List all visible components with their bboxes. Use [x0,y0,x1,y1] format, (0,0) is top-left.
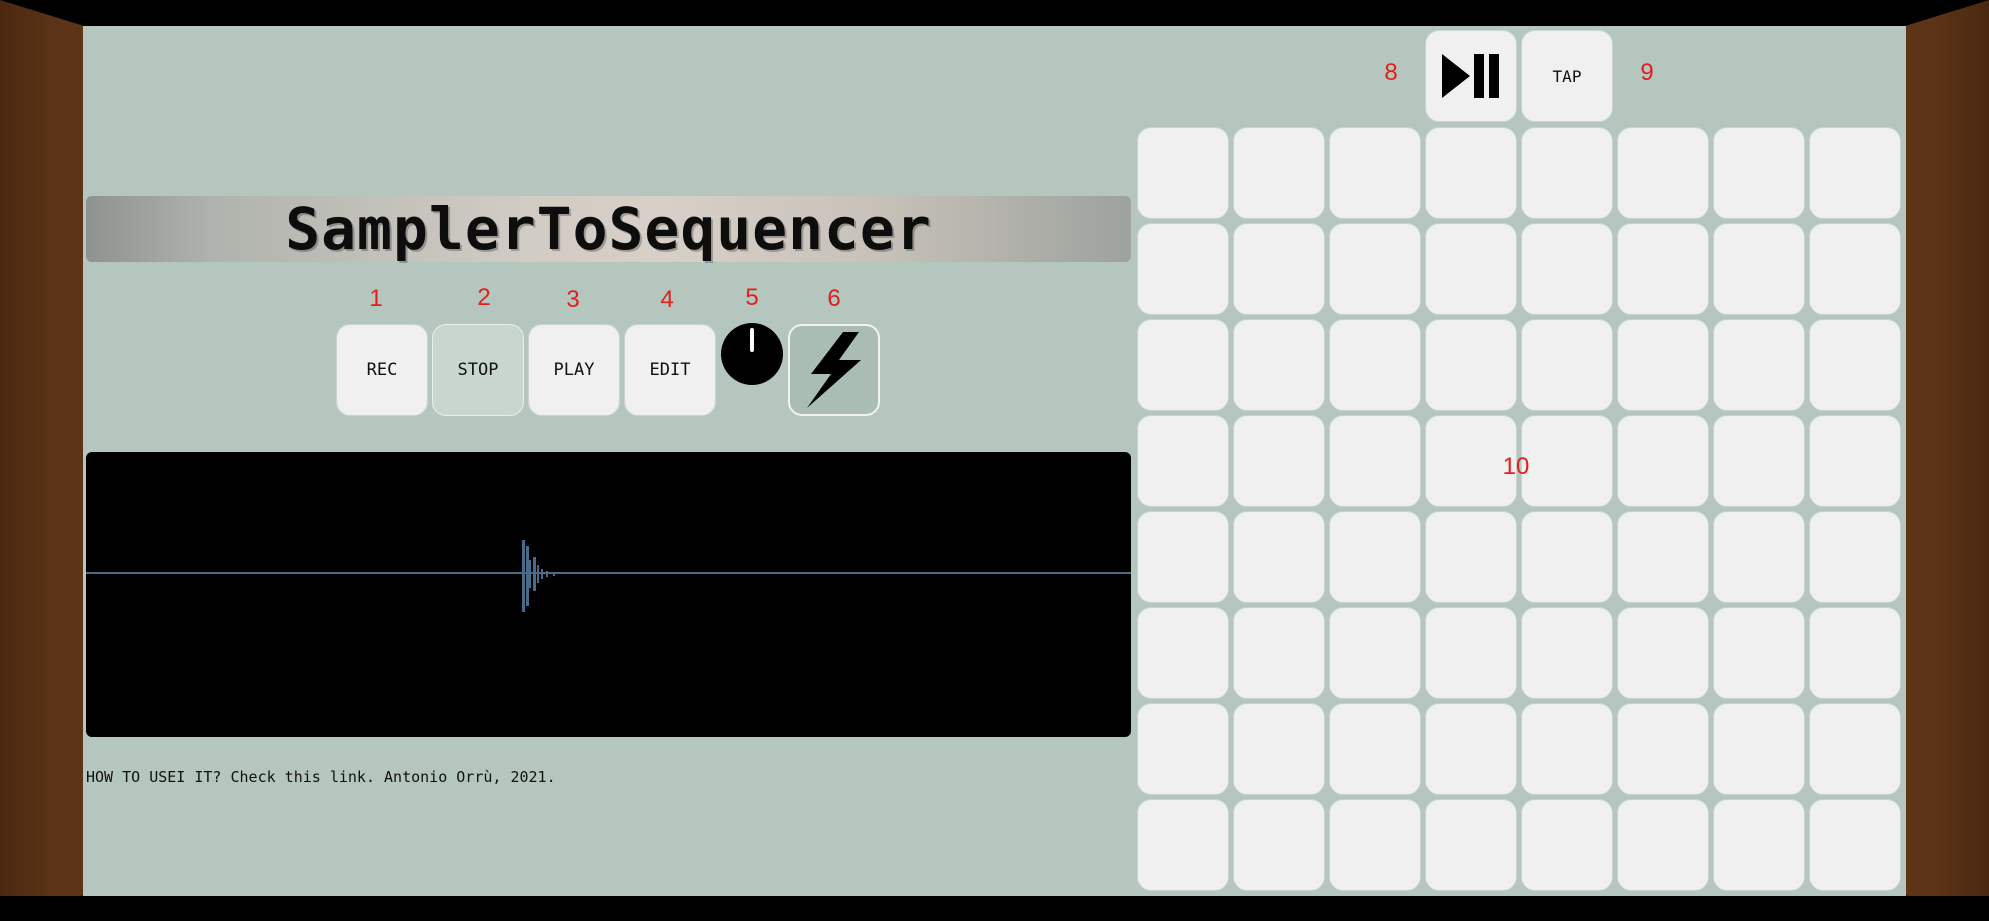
sequencer-pad[interactable] [1137,127,1229,219]
sequencer-pad[interactable] [1329,799,1421,891]
sequencer-pad[interactable] [1617,511,1709,603]
sequencer-pad[interactable] [1617,607,1709,699]
sequencer-pad[interactable] [1329,127,1421,219]
sequencer-pad[interactable] [1713,319,1805,411]
sequencer-pad[interactable] [1617,127,1709,219]
fx-button[interactable] [788,324,880,416]
sequencer-pad[interactable] [1713,223,1805,315]
sequencer-pad[interactable] [1617,415,1709,507]
sequencer-pad[interactable] [1809,703,1901,795]
sequencer-pad[interactable] [1713,703,1805,795]
edit-button[interactable]: EDIT [624,324,716,416]
play-button[interactable]: PLAY [528,324,620,416]
title-bar: SamplerToSequencer [86,195,1131,263]
callout-5: 5 [745,284,759,311]
sequencer-pad[interactable] [1329,607,1421,699]
sequencer-pad[interactable] [1425,511,1517,603]
stop-button[interactable]: STOP [432,324,524,416]
frame-bevel [1905,0,1989,921]
sequencer-pad[interactable] [1329,511,1421,603]
callout-9: 9 [1640,59,1654,86]
sequencer-pad[interactable] [1617,223,1709,315]
frame-top [0,0,1989,26]
sequencer-pad[interactable] [1425,319,1517,411]
sequencer-pad[interactable] [1521,319,1613,411]
sequencer-pad[interactable] [1521,607,1613,699]
callout-6: 6 [827,285,841,312]
main-panel: SamplerToSequencer 1 2 3 4 5 6 7 8 9 10 … [83,26,1906,896]
sequencer-pad[interactable] [1233,223,1325,315]
sequencer-pad[interactable] [1425,607,1517,699]
sequencer-pad[interactable] [1617,319,1709,411]
frame-left-wood [0,0,84,921]
sequencer-pad[interactable] [1521,799,1613,891]
sequencer-pad[interactable] [1233,319,1325,411]
sequencer-pad[interactable] [1329,415,1421,507]
rec-button[interactable]: REC [336,324,428,416]
sequencer-pad[interactable] [1617,799,1709,891]
callout-2: 2 [477,284,491,311]
sequencer-pad[interactable] [1425,703,1517,795]
play-pause-icon [1442,54,1499,98]
sequencer-pad[interactable] [1233,415,1325,507]
frame-bevel [0,0,84,921]
sequencer-pad[interactable] [1137,511,1229,603]
sequencer-pad[interactable] [1425,223,1517,315]
waveform-graphic [86,540,1131,612]
sequencer-pad[interactable] [1137,607,1229,699]
callout-8: 8 [1384,59,1398,86]
sequencer-pad[interactable] [1137,223,1229,315]
callout-3: 3 [566,286,580,313]
sequencer-pad[interactable] [1809,223,1901,315]
sequencer-pad[interactable] [1809,799,1901,891]
sequencer-pad[interactable] [1809,319,1901,411]
sequencer-pad[interactable] [1809,127,1901,219]
waveform-display[interactable] [86,452,1131,737]
callout-1: 1 [369,285,383,312]
sequencer-pad[interactable] [1521,511,1613,603]
sequencer-pad[interactable] [1521,223,1613,315]
sequencer-pad[interactable] [1521,127,1613,219]
sequencer-pad[interactable] [1137,415,1229,507]
sequencer-pad[interactable] [1521,415,1613,507]
callout-4: 4 [660,286,674,313]
sequencer-pad[interactable] [1713,415,1805,507]
sequencer-pad[interactable] [1137,319,1229,411]
sequencer-pad[interactable] [1425,799,1517,891]
sequencer-pad[interactable] [1233,511,1325,603]
lightning-icon [807,332,861,408]
sequencer-pad[interactable] [1329,319,1421,411]
sequencer-pad[interactable] [1713,127,1805,219]
tap-button[interactable]: TAP [1521,30,1613,122]
sequencer-pad[interactable] [1329,703,1421,795]
sequencer-pad[interactable] [1425,127,1517,219]
sequencer-pad[interactable] [1329,223,1421,315]
sequencer-pad[interactable] [1521,703,1613,795]
sequencer-pad[interactable] [1617,703,1709,795]
sequencer-pad[interactable] [1809,607,1901,699]
play-pause-button[interactable] [1425,30,1517,122]
sequencer-pad[interactable] [1809,511,1901,603]
sequencer-pad[interactable] [1713,607,1805,699]
sequencer-pad[interactable] [1713,799,1805,891]
knob-icon[interactable] [721,323,783,385]
app-title: SamplerToSequencer [285,195,932,263]
frame-bottom [0,896,1989,921]
sequencer-pad[interactable] [1233,799,1325,891]
sequencer-pad[interactable] [1137,799,1229,891]
sequencer-pad[interactable] [1233,607,1325,699]
sequencer-pad[interactable] [1809,415,1901,507]
frame-right-wood [1905,0,1989,921]
sequencer-pad[interactable] [1233,703,1325,795]
sequencer-pad[interactable] [1233,127,1325,219]
sequencer-pad[interactable] [1713,511,1805,603]
callout-10: 10 [1502,453,1530,480]
footer-text: HOW TO USEI IT? Check this link. Antonio… [86,768,556,786]
sequencer-pad[interactable] [1137,703,1229,795]
